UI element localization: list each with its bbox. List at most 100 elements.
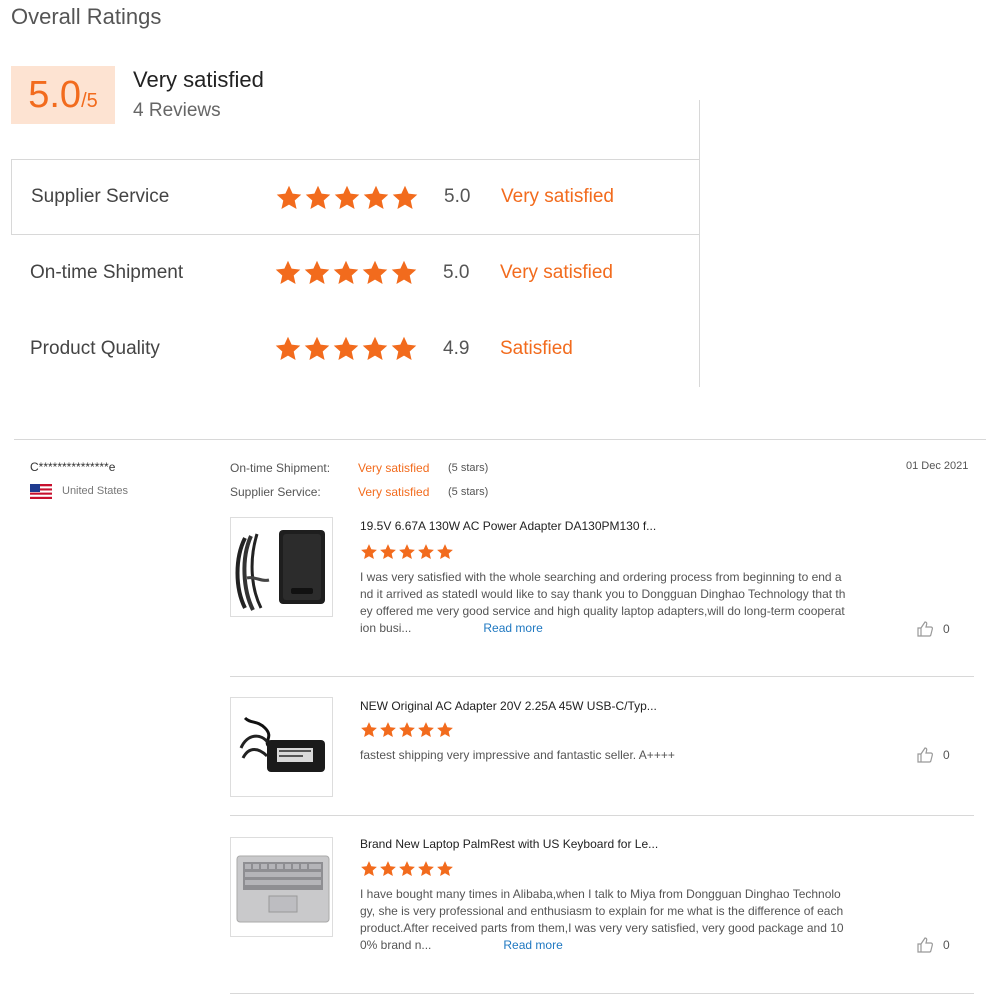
- review-line: product.After received parts from them,I…: [360, 921, 844, 935]
- star-icon: [380, 722, 396, 738]
- review-count: 4 Reviews: [133, 100, 221, 121]
- star-icon: [391, 336, 417, 360]
- like-count: 0: [943, 622, 950, 636]
- like-button[interactable]: 0: [916, 620, 950, 638]
- review-line-last: ion busi... Read more: [360, 620, 920, 637]
- section-divider: [14, 439, 986, 440]
- review-date: 01 Dec 2021: [906, 460, 969, 472]
- like-count: 0: [943, 748, 950, 762]
- item-title[interactable]: Brand New Laptop PalmRest with US Keyboa…: [360, 837, 658, 851]
- star-icon: [418, 722, 434, 738]
- star-icon: [399, 722, 415, 738]
- thumbs-up-icon: [917, 621, 933, 637]
- star-icon: [333, 260, 359, 284]
- star-icon: [361, 861, 377, 877]
- like-button[interactable]: 0: [916, 936, 950, 954]
- star-icon: [363, 185, 389, 209]
- star-icon: [362, 260, 388, 284]
- review-line: nd it arrived as statedI would like to s…: [360, 587, 846, 601]
- item-divider: [230, 676, 974, 677]
- palmrest-keyboard-image: [236, 855, 330, 923]
- shipment-value: Very satisfied: [358, 461, 430, 475]
- rating-stars: [275, 184, 419, 212]
- item-review-text: fastest shipping very impressive and fan…: [360, 747, 920, 764]
- power-adapter-image: [235, 530, 325, 611]
- star-icon: [437, 544, 453, 560]
- shipment-stars: (5 stars): [448, 462, 489, 474]
- item-stars: [360, 543, 454, 561]
- overall-score-badge: 5.0 /5: [11, 66, 115, 124]
- page-title: Overall Ratings: [11, 4, 162, 29]
- rating-row-supplier-service: Supplier Service 5.0 Very satisfied: [11, 159, 700, 235]
- rating-value: 5.0: [444, 186, 471, 207]
- usb-c-adapter-image: [239, 716, 325, 772]
- service-stars: (5 stars): [448, 486, 489, 498]
- us-flag-icon: [30, 484, 52, 499]
- star-icon: [418, 861, 434, 877]
- star-icon: [361, 544, 377, 560]
- star-icon: [334, 185, 360, 209]
- read-more-link[interactable]: Read more: [483, 621, 542, 635]
- review-line: 0% brand n...: [360, 938, 432, 952]
- star-icon: [333, 336, 359, 360]
- overall-score: 5.0: [28, 74, 82, 116]
- item-divider: [230, 993, 974, 994]
- item-review-text: I have bought many times in Alibaba,when…: [360, 886, 920, 954]
- like-count: 0: [943, 938, 950, 952]
- rating-stars: [274, 259, 418, 287]
- star-icon: [276, 185, 302, 209]
- star-icon: [380, 861, 396, 877]
- item-stars: [360, 860, 454, 878]
- rating-value: 4.9: [443, 338, 470, 359]
- overall-score-denominator: /5: [81, 90, 98, 112]
- star-icon: [275, 260, 301, 284]
- read-more-link[interactable]: Read more: [503, 938, 562, 952]
- star-icon: [391, 260, 417, 284]
- star-icon: [380, 544, 396, 560]
- star-icon: [392, 185, 418, 209]
- thumbs-up-icon: [917, 937, 933, 953]
- reviewer-name: C***************e: [30, 460, 116, 474]
- rating-table: Supplier Service 5.0 Very satisfied On-t…: [11, 159, 700, 387]
- item-divider: [230, 815, 974, 816]
- item-stars: [360, 721, 454, 739]
- product-thumbnail[interactable]: [230, 697, 333, 797]
- service-label: Supplier Service:: [230, 485, 321, 499]
- item-review-text: I was very satisfied with the whole sear…: [360, 569, 920, 637]
- star-icon: [437, 861, 453, 877]
- product-thumbnail[interactable]: [230, 837, 333, 937]
- rating-text: Very satisfied: [501, 186, 614, 207]
- star-icon: [399, 544, 415, 560]
- review-line: gy, she is very professional and enthusi…: [360, 904, 844, 918]
- overall-label: Very satisfied: [133, 67, 264, 92]
- reviewer-country: United States: [62, 485, 129, 497]
- item-title[interactable]: 19.5V 6.67A 130W AC Power Adapter DA130P…: [360, 519, 656, 533]
- product-thumbnail[interactable]: [230, 517, 333, 617]
- star-icon: [361, 722, 377, 738]
- rating-value: 5.0: [443, 262, 470, 283]
- review-line: fastest shipping very impressive and fan…: [360, 748, 675, 762]
- star-icon: [304, 336, 330, 360]
- review-line: ion busi...: [360, 621, 412, 635]
- rating-label: Product Quality: [30, 338, 160, 359]
- star-icon: [437, 722, 453, 738]
- rating-text: Satisfied: [500, 338, 573, 359]
- star-icon: [275, 336, 301, 360]
- rating-row-product-quality: Product Quality 4.9 Satisfied: [11, 311, 700, 387]
- star-icon: [305, 185, 331, 209]
- star-icon: [362, 336, 388, 360]
- star-icon: [399, 861, 415, 877]
- rating-text: Very satisfied: [500, 262, 613, 283]
- review-line: ey offered me very good service and high…: [360, 604, 845, 618]
- rating-label: Supplier Service: [31, 186, 170, 207]
- item-title[interactable]: NEW Original AC Adapter 20V 2.25A 45W US…: [360, 699, 657, 713]
- thumbs-up-icon: [917, 747, 933, 763]
- rating-stars: [274, 335, 418, 363]
- shipment-label: On-time Shipment:: [230, 461, 331, 475]
- like-button[interactable]: 0: [916, 746, 950, 764]
- review-line-last: 0% brand n... Read more: [360, 937, 920, 954]
- service-value: Very satisfied: [358, 485, 430, 499]
- review-line: I have bought many times in Alibaba,when…: [360, 887, 841, 901]
- rating-label: On-time Shipment: [30, 262, 184, 283]
- star-icon: [418, 544, 434, 560]
